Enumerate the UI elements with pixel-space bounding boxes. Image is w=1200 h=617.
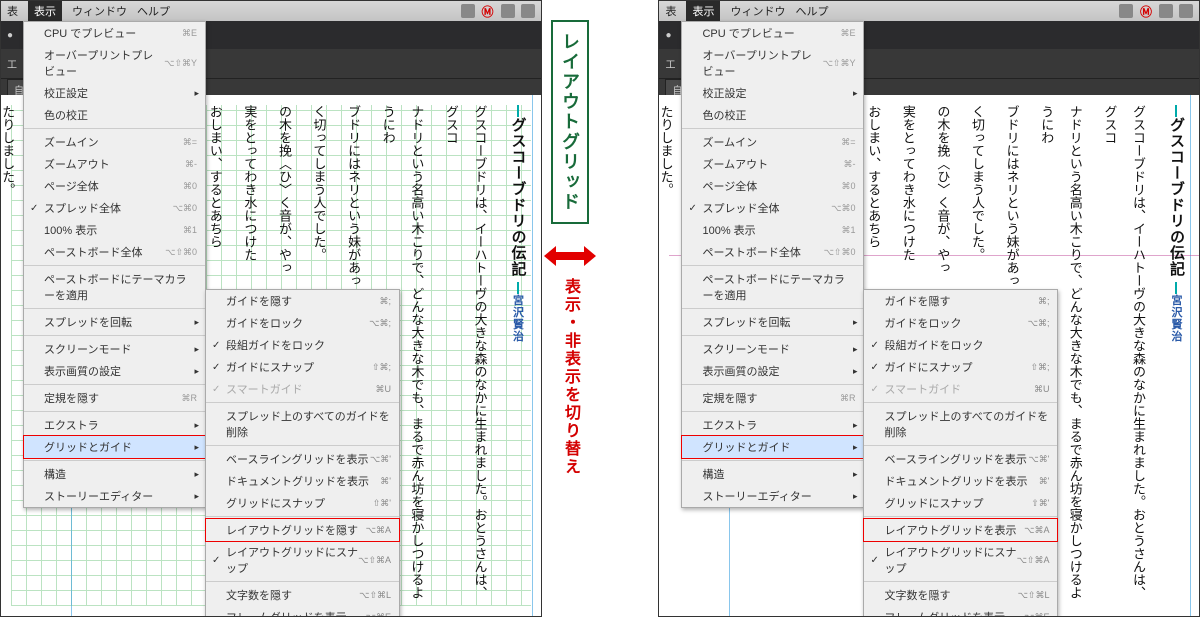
view-menu-item[interactable]: 校正設定: [682, 82, 863, 104]
view-menu: CPU でプレビュー⌘Eオーバープリントプレビュー⌥⇧⌘Y校正設定色の校正ズーム…: [23, 21, 206, 508]
view-menu-item[interactable]: 定規を隠す⌘R: [682, 387, 863, 409]
status-icon-3: [1179, 4, 1193, 18]
submenu-item[interactable]: フレームグリッドを表示⌥⌘E: [864, 606, 1057, 617]
submenu-item[interactable]: ベースライングリッドを表示⌥⌘': [864, 448, 1057, 470]
submenu-item[interactable]: ガイドをロック⌥⌘;: [864, 312, 1057, 334]
view-menu-item[interactable]: 校正設定: [24, 82, 205, 104]
submenu-item[interactable]: 段組ガイドをロック: [864, 334, 1057, 356]
view-menu-item[interactable]: 色の校正: [682, 104, 863, 126]
view-menu: CPU でプレビュー⌘Eオーバープリントプレビュー⌥⇧⌘Y校正設定色の校正ズーム…: [681, 21, 864, 508]
mcafee-icon: Ⓜ: [1139, 4, 1153, 18]
view-menu-item[interactable]: 100% 表示⌘1: [682, 219, 863, 241]
submenu-item[interactable]: 文字数を隠す⌥⇧⌘L: [206, 584, 399, 606]
grids-guides-submenu: ガイドを隠す⌘;ガイドをロック⌥⌘;段組ガイドをロックガイドにスナップ⇧⌘;スマ…: [863, 289, 1058, 617]
view-menu-item[interactable]: オーバープリントプレビュー⌥⇧⌘Y: [24, 44, 205, 82]
submenu-item[interactable]: レイアウトグリッドを表示⌥⌘A: [864, 519, 1057, 541]
toggle-label: 表示・非表示を切り替え: [558, 278, 582, 476]
status-icon: [461, 4, 475, 18]
submenu-item[interactable]: レイアウトグリッドを隠す⌥⌘A: [206, 519, 399, 541]
status-icon: [1119, 4, 1133, 18]
status-icon-2: [1159, 4, 1173, 18]
submenu-item[interactable]: グリッドにスナップ⇧⌘': [864, 492, 1057, 514]
submenu-item[interactable]: レイアウトグリッドにスナップ⌥⇧⌘A: [864, 541, 1057, 579]
submenu-item[interactable]: スプレッド上のすべてのガイドを削除: [206, 405, 399, 443]
submenu-item: スマートガイド⌘U: [864, 378, 1057, 400]
view-menu-item[interactable]: 色の校正: [24, 104, 205, 126]
view-menu-item[interactable]: ページ全体⌘0: [24, 175, 205, 197]
view-menu-item[interactable]: 定規を隠す⌘R: [24, 387, 205, 409]
view-menu-item[interactable]: エクストラ: [682, 414, 863, 436]
view-menu-item[interactable]: スプレッドを回転: [682, 311, 863, 333]
submenu-item[interactable]: ドキュメントグリッドを表示⌘': [864, 470, 1057, 492]
view-menu-item[interactable]: ズームイン⌘=: [682, 131, 863, 153]
view-menu-item[interactable]: ズームアウト⌘-: [682, 153, 863, 175]
view-menu-item[interactable]: ストーリーエディター: [682, 485, 863, 507]
view-menu-item[interactable]: 構造: [24, 463, 205, 485]
view-menu-item[interactable]: ズームアウト⌘-: [24, 153, 205, 175]
view-menu-item[interactable]: グリッドとガイド: [682, 436, 863, 458]
view-menu-item[interactable]: スプレッド全体⌥⌘0: [682, 197, 863, 219]
app-icon: ●: [665, 30, 671, 41]
menubar: 表 表示 ウィンドウ ヘルプ Ⓜ: [1, 1, 541, 21]
status-icon-3: [521, 4, 535, 18]
view-menu-item[interactable]: ペーストボード全体⌥⇧⌘0: [24, 241, 205, 263]
menu-view[interactable]: 表示: [686, 1, 720, 21]
view-menu-item[interactable]: オーバープリントプレビュー⌥⇧⌘Y: [682, 44, 863, 82]
view-menu-item[interactable]: エクストラ: [24, 414, 205, 436]
grids-guides-submenu: ガイドを隠す⌘;ガイドをロック⌥⌘;段組ガイドをロックガイドにスナップ⇧⌘;スマ…: [205, 289, 400, 617]
submenu-item[interactable]: スプレッド上のすべてのガイドを削除: [864, 405, 1057, 443]
app-icon: ●: [7, 30, 13, 41]
view-menu-item[interactable]: ペーストボードにテーマカラーを適用: [24, 268, 205, 306]
center-annotation: レイアウトグリッド 表示・非表示を切り替え: [542, 0, 599, 617]
submenu-item[interactable]: ガイドにスナップ⇧⌘;: [206, 356, 399, 378]
view-menu-item[interactable]: グリッドとガイド: [24, 436, 205, 458]
mcafee-icon: Ⓜ: [481, 4, 495, 18]
submenu-item[interactable]: ドキュメントグリッドを表示⌘': [206, 470, 399, 492]
menu-table[interactable]: 表: [7, 3, 18, 19]
menu-help[interactable]: ヘルプ: [795, 3, 828, 19]
submenu-item[interactable]: 文字数を隠す⌥⇧⌘L: [864, 584, 1057, 606]
tool-icon[interactable]: 工: [7, 56, 17, 71]
menu-help[interactable]: ヘルプ: [137, 3, 170, 19]
view-menu-item[interactable]: 構造: [682, 463, 863, 485]
menu-view[interactable]: 表示: [28, 1, 62, 21]
status-icon-2: [501, 4, 515, 18]
layout-grid-label: レイアウトグリッド: [551, 20, 589, 224]
submenu-item[interactable]: フレームグリッドを表示⌥⌘E: [206, 606, 399, 617]
submenu-item: スマートガイド⌘U: [206, 378, 399, 400]
view-menu-item[interactable]: ペーストボードにテーマカラーを適用: [682, 268, 863, 306]
view-menu-item[interactable]: スプレッドを回転: [24, 311, 205, 333]
view-menu-item[interactable]: スプレッド全体⌥⌘0: [24, 197, 205, 219]
menu-window[interactable]: ウィンドウ: [730, 3, 785, 19]
view-menu-item[interactable]: ストーリーエディター: [24, 485, 205, 507]
right-panel: 表 表示 ウィンドウ ヘルプ Ⓜ ● n 2023 工 自動 字 [なし] 自動…: [658, 0, 1200, 617]
submenu-item[interactable]: ガイドにスナップ⇧⌘;: [864, 356, 1057, 378]
view-menu-item[interactable]: スクリーンモード: [682, 338, 863, 360]
submenu-item[interactable]: ガイドを隠す⌘;: [206, 290, 399, 312]
submenu-item[interactable]: グリッドにスナップ⇧⌘': [206, 492, 399, 514]
view-menu-item[interactable]: ペーストボード全体⌥⇧⌘0: [682, 241, 863, 263]
submenu-item[interactable]: 段組ガイドをロック: [206, 334, 399, 356]
view-menu-item[interactable]: CPU でプレビュー⌘E: [24, 22, 205, 44]
view-menu-item[interactable]: ズームイン⌘=: [24, 131, 205, 153]
tool-icon[interactable]: 工: [665, 56, 675, 71]
menu-window[interactable]: ウィンドウ: [72, 3, 127, 19]
view-menu-item[interactable]: 100% 表示⌘1: [24, 219, 205, 241]
submenu-item[interactable]: ガイドを隠す⌘;: [864, 290, 1057, 312]
submenu-item[interactable]: レイアウトグリッドにスナップ⌥⇧⌘A: [206, 541, 399, 579]
view-menu-item[interactable]: 表示画質の設定: [682, 360, 863, 382]
left-panel: 表 表示 ウィンドウ ヘルプ Ⓜ ● n 2023 工 自動 字 [なし] 自動…: [0, 0, 542, 617]
view-menu-item[interactable]: ページ全体⌘0: [682, 175, 863, 197]
menubar: 表 表示 ウィンドウ ヘルプ Ⓜ: [659, 1, 1199, 21]
submenu-item[interactable]: ガイドをロック⌥⌘;: [206, 312, 399, 334]
view-menu-item[interactable]: 表示画質の設定: [24, 360, 205, 382]
view-menu-item[interactable]: CPU でプレビュー⌘E: [682, 22, 863, 44]
double-arrow-icon: [542, 244, 598, 268]
view-menu-item[interactable]: スクリーンモード: [24, 338, 205, 360]
submenu-item[interactable]: ベースライングリッドを表示⌥⌘': [206, 448, 399, 470]
menu-table[interactable]: 表: [665, 3, 676, 19]
